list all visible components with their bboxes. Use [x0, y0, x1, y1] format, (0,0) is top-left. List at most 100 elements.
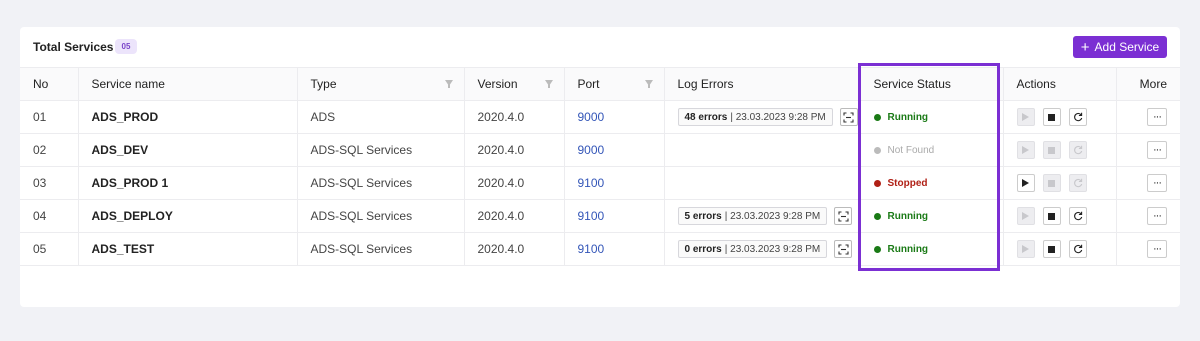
- more-cell: ···: [1116, 133, 1180, 167]
- service-port-link[interactable]: 9100: [564, 199, 665, 233]
- restart-button[interactable]: [1068, 207, 1087, 225]
- status-indicator: Running: [873, 244, 929, 255]
- log-errors-cell: 0 errors | 23.03.2023 9:28 PM: [664, 232, 861, 266]
- total-services-title: Total Services: [33, 40, 114, 54]
- restart-button[interactable]: [1068, 108, 1087, 126]
- service-port-link[interactable]: 9000: [564, 100, 665, 134]
- status-dot-icon: [873, 213, 881, 220]
- error-count: 0 errors: [684, 243, 722, 255]
- table-row: 02 ADS_DEV ADS-SQL Services 2020.4.0 9000 Not…: [20, 133, 1180, 167]
- status-indicator: Not Found: [873, 145, 935, 156]
- service-status-cell: Running: [860, 100, 1004, 134]
- more-cell: ···: [1116, 166, 1180, 200]
- play-button[interactable]: [1016, 207, 1035, 225]
- col-header-version[interactable]: Version: [464, 67, 565, 101]
- status-label: Running: [887, 211, 929, 222]
- restart-button[interactable]: [1068, 141, 1087, 159]
- status-dot-icon: [873, 147, 881, 154]
- services-card: Total Services 05 + Add Service No Servi…: [20, 27, 1180, 307]
- restart-button[interactable]: [1068, 240, 1087, 258]
- table-row: 05 ADS_TEST ADS-SQL Services 2020.4.0 9100 0 …: [20, 232, 1180, 266]
- service-port-link[interactable]: 9100: [564, 232, 665, 266]
- log-errors-cell: 48 errors | 23.03.2023 9:28 PM: [664, 100, 861, 134]
- row-no: 02: [20, 133, 79, 167]
- status-label: Running: [887, 244, 929, 255]
- status-label: Not Found: [887, 145, 935, 156]
- table-header-row: No Service name Type Version Port Log Er…: [20, 67, 1180, 101]
- stop-button[interactable]: [1042, 141, 1061, 159]
- table-row: 01 ADS_PROD ADS 2020.4.0 9000 48 errors | 23.0…: [20, 100, 1180, 134]
- expand-icon[interactable]: [834, 207, 853, 225]
- error-date: | 23.03.2023 9:28 PM: [730, 111, 826, 123]
- play-button[interactable]: [1016, 108, 1035, 126]
- stop-button[interactable]: [1042, 174, 1061, 192]
- log-errors-badge[interactable]: 5 errors | 23.03.2023 9:28 PM: [677, 207, 828, 225]
- service-port-link[interactable]: 9000: [564, 133, 665, 167]
- status-dot-icon: [873, 180, 881, 187]
- add-service-button[interactable]: + Add Service: [1073, 36, 1167, 58]
- actions-cell: [1003, 232, 1117, 266]
- service-name: ADS_PROD: [78, 100, 298, 134]
- log-errors-cell: [664, 166, 861, 200]
- filter-icon[interactable]: [644, 80, 653, 88]
- log-errors-cell: 5 errors | 23.03.2023 9:28 PM: [664, 199, 861, 233]
- play-icon: [1022, 179, 1029, 187]
- service-version: 2020.4.0: [464, 100, 565, 134]
- play-button[interactable]: [1016, 174, 1035, 192]
- status-indicator: Stopped: [873, 178, 928, 189]
- log-errors-badge[interactable]: 0 errors | 23.03.2023 9:28 PM: [677, 240, 828, 258]
- restart-icon: [1073, 244, 1083, 254]
- services-count-badge: 05: [115, 39, 137, 54]
- play-icon: [1022, 113, 1029, 121]
- service-status-cell: Not Found: [860, 133, 1004, 167]
- service-status-cell: Running: [860, 199, 1004, 233]
- service-port-link[interactable]: 9100: [564, 166, 665, 200]
- actions-cell: [1003, 199, 1117, 233]
- error-date: | 23.03.2023 9:28 PM: [724, 210, 821, 222]
- stop-button[interactable]: [1042, 207, 1061, 225]
- service-version: 2020.4.0: [464, 199, 565, 233]
- status-dot-icon: [873, 246, 881, 253]
- col-header-name: Service name: [78, 67, 298, 101]
- more-cell: ···: [1116, 199, 1180, 233]
- filter-icon[interactable]: [444, 80, 453, 88]
- service-name: ADS_DEV: [78, 133, 298, 167]
- expand-icon[interactable]: [839, 108, 858, 126]
- service-type: ADS-SQL Services: [297, 232, 465, 266]
- stop-icon: [1048, 113, 1055, 121]
- col-header-port[interactable]: Port: [564, 67, 665, 101]
- error-date: | 23.03.2023 9:28 PM: [724, 243, 821, 255]
- more-button[interactable]: ···: [1147, 240, 1167, 258]
- service-type: ADS-SQL Services: [297, 166, 465, 200]
- more-button[interactable]: ···: [1147, 108, 1167, 126]
- service-name: ADS_TEST: [78, 232, 298, 266]
- stop-icon: [1048, 245, 1055, 253]
- play-icon: [1022, 212, 1029, 220]
- service-version: 2020.4.0: [464, 133, 565, 167]
- restart-icon: [1073, 178, 1083, 188]
- more-button[interactable]: ···: [1147, 174, 1167, 192]
- more-button[interactable]: ···: [1147, 207, 1167, 225]
- filter-icon[interactable]: [544, 80, 553, 88]
- expand-icon[interactable]: [834, 240, 853, 258]
- col-header-port-label: Port: [577, 77, 600, 91]
- col-header-type-label: Type: [310, 77, 337, 91]
- col-header-type[interactable]: Type: [297, 67, 465, 101]
- more-button[interactable]: ···: [1147, 141, 1167, 159]
- log-errors-badge[interactable]: 48 errors | 23.03.2023 9:28 PM: [677, 108, 833, 126]
- service-name: ADS_PROD 1: [78, 166, 298, 200]
- stop-button[interactable]: [1042, 240, 1061, 258]
- table-row: 03 ADS_PROD 1 ADS-SQL Services 2020.4.0 9100…: [20, 166, 1180, 200]
- row-no: 03: [20, 166, 79, 200]
- service-version: 2020.4.0: [464, 166, 565, 200]
- restart-button[interactable]: [1068, 174, 1087, 192]
- play-button[interactable]: [1016, 141, 1035, 159]
- status-indicator: Running: [873, 112, 929, 123]
- play-button[interactable]: [1016, 240, 1035, 258]
- stop-button[interactable]: [1042, 108, 1061, 126]
- row-no: 04: [20, 199, 79, 233]
- status-label: Running: [887, 112, 929, 123]
- col-header-no: No: [20, 67, 79, 101]
- play-icon: [1022, 146, 1029, 154]
- service-type: ADS-SQL Services: [297, 133, 465, 167]
